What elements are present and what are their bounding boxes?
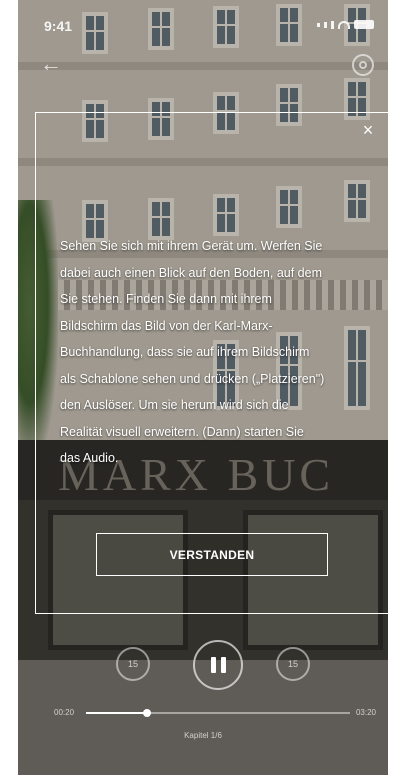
- battery-icon: [354, 20, 374, 29]
- back-arrow-icon[interactable]: ←: [40, 53, 70, 75]
- rewind-15-icon[interactable]: 15: [116, 647, 150, 681]
- close-icon[interactable]: ×: [358, 121, 378, 141]
- pause-icon: [220, 657, 226, 673]
- signal-icon: [324, 21, 327, 28]
- instruction-line: dabei auch einen Blick auf den Boden, au…: [60, 265, 322, 280]
- instruction-line: Buchhandlung, dass sie auf ihrem Bildsch…: [60, 345, 310, 359]
- instruction-text: Sehen Sie sich mit ihrem Gerät um. Werfe…: [60, 233, 372, 472]
- pause-icon: [210, 657, 216, 673]
- instruction-line: Sehen Sie sich mit ihrem Gerät um. Werfe…: [60, 239, 323, 253]
- status-time: 9:41: [44, 18, 73, 34]
- wifi-icon: [338, 20, 350, 29]
- progress-slider[interactable]: [86, 709, 350, 717]
- forward-15-icon[interactable]: 15: [276, 647, 310, 681]
- instruction-line: Bildschirm das Bild von der Karl-Marx-: [60, 318, 273, 333]
- instruction-line: das Audio.: [60, 451, 119, 465]
- settings-icon[interactable]: [352, 54, 374, 76]
- signal-icon: [317, 22, 320, 27]
- progress-fill: [86, 712, 147, 714]
- instruction-line: als Schablone sehen und drücken („Platzi…: [60, 371, 325, 386]
- signal-icon: [331, 20, 334, 29]
- pause-button[interactable]: [193, 640, 243, 690]
- chapter-indicator: Kapitel 1/6: [184, 731, 222, 740]
- time-total: 03:20: [355, 708, 376, 717]
- instruction-line: Sie stehen. Finden Sie dann mit ihrem: [60, 292, 272, 306]
- confirm-button[interactable]: VERSTANDEN: [96, 533, 328, 576]
- time-elapsed: 00:20: [54, 708, 75, 717]
- instruction-line: den Auslöser. Um sie herum wird sich die: [60, 398, 289, 412]
- instruction-dialog: × Sehen Sie sich mit ihrem Gerät um. Wer…: [35, 112, 389, 614]
- status-icons: [317, 20, 374, 29]
- rewind-label: 15: [127, 659, 138, 669]
- progress-knob[interactable]: [142, 709, 151, 717]
- instruction-line: Realität visuell erweitern. (Dann) start…: [60, 424, 304, 439]
- forward-label: 15: [287, 659, 298, 669]
